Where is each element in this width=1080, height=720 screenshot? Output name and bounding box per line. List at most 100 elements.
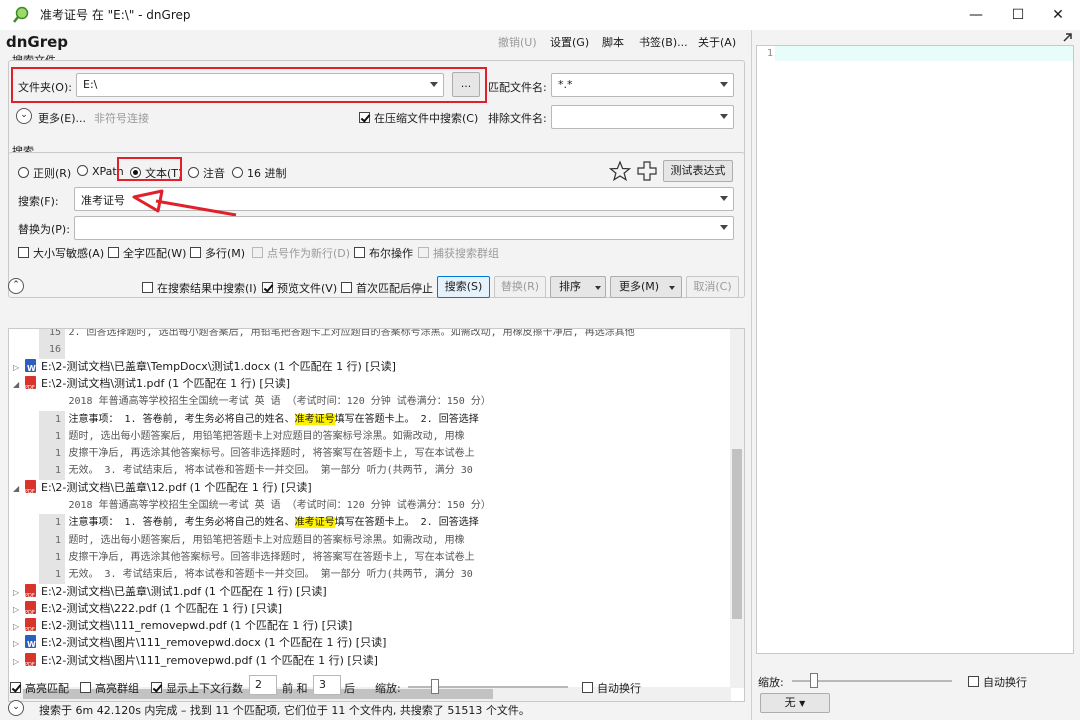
menu-scripts[interactable]: 脚本 <box>602 34 624 50</box>
status-expand-icon[interactable]: ⌄ <box>8 700 24 716</box>
preview-zoom-slider-thumb[interactable] <box>810 673 818 688</box>
chevron-down-icon <box>720 114 728 119</box>
maximize-button[interactable]: ☐ <box>998 4 1038 26</box>
file-path: E:\2-测试文档\已盖章\12.pdf (1 个匹配在 1 行) [只读] <box>41 480 312 494</box>
context-after-input[interactable]: 3 <box>313 675 341 695</box>
menu-bookmarks[interactable]: 书签(B)... <box>639 34 688 50</box>
match-files-combo[interactable]: *.* <box>551 73 734 97</box>
expanded-icon[interactable]: ◢ <box>13 376 25 394</box>
show-context-checkbox[interactable]: 显示上下文行数 <box>151 680 243 696</box>
more-label: 更多(M) <box>619 280 660 293</box>
more-button[interactable]: 更多(M) <box>610 276 682 298</box>
context-text: 注意事项： 1. 答卷前, 考生务必将自己的姓名、准考证号填写在答题卡上。 2.… <box>69 413 479 425</box>
minimize-button[interactable]: — <box>956 4 996 26</box>
file-path: E:\2-测试文档\222.pdf (1 个匹配在 1 行) [只读] <box>41 601 283 615</box>
stop-after-first-checkbox[interactable]: 首次匹配后停止 <box>341 280 433 296</box>
context-line[interactable]: 16 <box>9 340 65 360</box>
menu-settings[interactable]: 设置(G) <box>550 34 589 50</box>
context-line[interactable]: 2018 年普通高等学校招生全国统一考试 英 语 （考试时间：120 分钟 试卷… <box>9 496 491 514</box>
option-whole-word[interactable]: 全字匹配(W) <box>108 245 186 261</box>
search-in-results-checkbox[interactable]: 在搜索结果中搜索(I) <box>142 280 257 296</box>
checkbox-icon <box>190 247 201 258</box>
checkbox-icon <box>262 282 273 293</box>
context-line[interactable]: 2018 年普通高等学校招生全国统一考试 英 语 （考试时间：120 分钟 试卷… <box>9 392 491 410</box>
menu-about[interactable]: 关于(A) <box>698 34 736 50</box>
highlight-groups-checkbox[interactable]: 高亮群组 <box>80 680 139 696</box>
line-number: 1 <box>39 548 65 567</box>
replace-button[interactable]: 替换(R) <box>494 276 546 298</box>
collapsed-icon[interactable]: ▷ <box>13 653 25 671</box>
collapsed-icon[interactable]: ▷ <box>13 584 25 602</box>
option-label: 大小写敏感(A) <box>33 247 105 260</box>
radio-phonetic[interactable]: 注音 <box>188 165 225 181</box>
collapsed-icon[interactable]: ▷ <box>13 359 25 377</box>
chevron-down-icon <box>720 225 728 230</box>
browse-button[interactable]: ... <box>452 72 480 97</box>
highlight-matches-checkbox[interactable]: 高亮匹配 <box>10 680 69 696</box>
radio-regex[interactable]: 正则(R) <box>18 165 71 181</box>
context-line[interactable]: 15 2. 回答选择题时, 选出每小题答案后, 用铅笔把答题卡上对应题目的答案标… <box>9 329 635 342</box>
context-line[interactable]: 1 题时, 选出每小题答案后, 用铅笔把答题卡上对应题目的答案标号涂黑。如需改动… <box>9 531 465 550</box>
context-line[interactable]: 1 无效。 3. 考试结束后, 将本试卷和答题卡一并交回。 第一部分 听力(共两… <box>9 461 473 481</box>
cancel-button[interactable]: 取消(C) <box>686 276 739 298</box>
more-options-label[interactable]: 更多(E)... <box>38 110 86 126</box>
match-line[interactable]: 1 注意事项： 1. 答卷前, 考生务必将自己的姓名、准考证号填写在答题卡上。 … <box>9 513 479 533</box>
search-button[interactable]: 搜索(S) <box>437 276 490 298</box>
context-line[interactable]: 1 无效。 3. 考试结束后, 将本试卷和答题卡一并交回。 第一部分 听力(共两… <box>9 565 473 585</box>
line-number: 1 <box>39 445 65 464</box>
match-line[interactable]: 1 注意事项： 1. 答卷前, 考生务必将自己的姓名、准考证号填写在答题卡上。 … <box>9 410 479 429</box>
text-mode-annotation-box <box>117 157 182 181</box>
exclude-combo[interactable] <box>551 105 734 129</box>
close-button[interactable]: ✕ <box>1038 4 1078 26</box>
result-file-row[interactable]: ◢ E:\2-测试文档\已盖章\12.pdf (1 个匹配在 1 行) [只读] <box>9 479 312 501</box>
result-file-row[interactable]: ▷ E:\2-测试文档\图片\111_removepwd.docx (1 个匹配在… <box>9 634 386 654</box>
word-wrap-checkbox[interactable]: 自动换行 <box>582 680 641 696</box>
vertical-scrollbar[interactable] <box>730 329 744 688</box>
option-boolean[interactable]: 布尔操作 <box>354 245 413 261</box>
expand-more-icon[interactable]: ⌄ <box>16 108 32 124</box>
checkbox-icon <box>582 682 593 693</box>
sort-button[interactable]: 排序 <box>550 276 606 298</box>
context-line[interactable]: 1 题时, 选出每小题答案后, 用铅笔把答题卡上对应题目的答案标号涂黑。如需改动… <box>9 427 465 446</box>
results-tree[interactable]: 15 2. 回答选择题时, 选出每小题答案后, 用铅笔把答题卡上对应题目的答案标… <box>8 328 745 702</box>
menu-undo[interactable]: 撤销(U) <box>498 34 537 50</box>
result-file-row[interactable]: ◢ E:\2-测试文档\测试1.pdf (1 个匹配在 1 行) [只读] <box>9 375 291 397</box>
collapse-options-icon[interactable]: ⌃ <box>8 278 24 294</box>
result-file-row[interactable]: ▷ E:\2-测试文档\111_removepwd.pdf (1 个匹配在 1 行… <box>9 617 352 639</box>
collapsed-icon[interactable]: ▷ <box>13 618 25 636</box>
folder-combo[interactable]: E:\ <box>76 73 444 97</box>
context-line[interactable]: 1 皮擦干净后, 再选涂其他答案标号。回答非选择题时, 将答案写在答题卡上, 写… <box>9 548 475 567</box>
match-highlight: 准考证号 <box>294 517 335 529</box>
preview-editor[interactable]: 1 <box>756 45 1074 654</box>
collapsed-icon[interactable]: ▷ <box>13 635 25 653</box>
add-bookmark-icon[interactable] <box>636 160 658 182</box>
preview-file-checkbox[interactable]: 预览文件(V) <box>262 280 337 296</box>
zoom-label: 缩放: <box>375 682 401 695</box>
test-expression-button[interactable]: 测试表达式 <box>663 160 733 182</box>
expanded-icon[interactable]: ◢ <box>13 480 25 498</box>
checkbox-icon <box>341 282 352 293</box>
collapsed-icon[interactable]: ▷ <box>13 601 25 619</box>
search-archives-checkbox[interactable]: 在压缩文件中搜索(C) <box>359 110 478 126</box>
preview-word-wrap-checkbox[interactable]: 自动换行 <box>968 674 1027 690</box>
highlight-matches-label: 高亮匹配 <box>25 682 69 695</box>
context-before-input[interactable]: 2 <box>249 675 277 695</box>
option-case-sensitive[interactable]: 大小写敏感(A) <box>18 245 104 261</box>
result-file-row[interactable]: ▷ E:\2-测试文档\图片\111_removepwd.pdf (1 个匹配在 … <box>9 652 378 674</box>
zoom-slider-thumb[interactable] <box>431 679 439 694</box>
line-number: 1 <box>39 514 65 533</box>
file-path: E:\2-测试文档\测试1.pdf (1 个匹配在 1 行) [只读] <box>41 376 291 390</box>
radio-hex[interactable]: 16 进制 <box>232 165 287 181</box>
show-context-label: 显示上下文行数 <box>166 682 243 695</box>
expand-arrow-icon[interactable] <box>1061 32 1073 44</box>
result-file-row[interactable]: ▷ E:\2-测试文档\222.pdf (1 个匹配在 1 行) [只读] <box>9 600 283 622</box>
scrollbar-thumb[interactable] <box>732 449 742 619</box>
syntax-dropdown[interactable]: 无 ▼ <box>760 693 830 713</box>
context-line[interactable]: 1 皮擦干净后, 再选涂其他答案标号。回答非选择题时, 将答案写在答题卡上, 写… <box>9 444 475 464</box>
context-text: 皮擦干净后, 再选涂其他答案标号。回答非选择题时, 将答案写在答题卡上, 写在本… <box>69 552 475 563</box>
result-file-row[interactable]: ▷ E:\2-测试文档\已盖章\TempDocx\测试1.docx (1 个匹配在… <box>9 358 396 378</box>
option-multiline[interactable]: 多行(M) <box>190 245 245 261</box>
replace-input[interactable] <box>74 216 734 240</box>
star-bookmark-icon[interactable] <box>609 160 631 182</box>
result-file-row[interactable]: ▷ E:\2-测试文档\已盖章\测试1.pdf (1 个匹配在 1 行) [只读] <box>9 583 327 605</box>
